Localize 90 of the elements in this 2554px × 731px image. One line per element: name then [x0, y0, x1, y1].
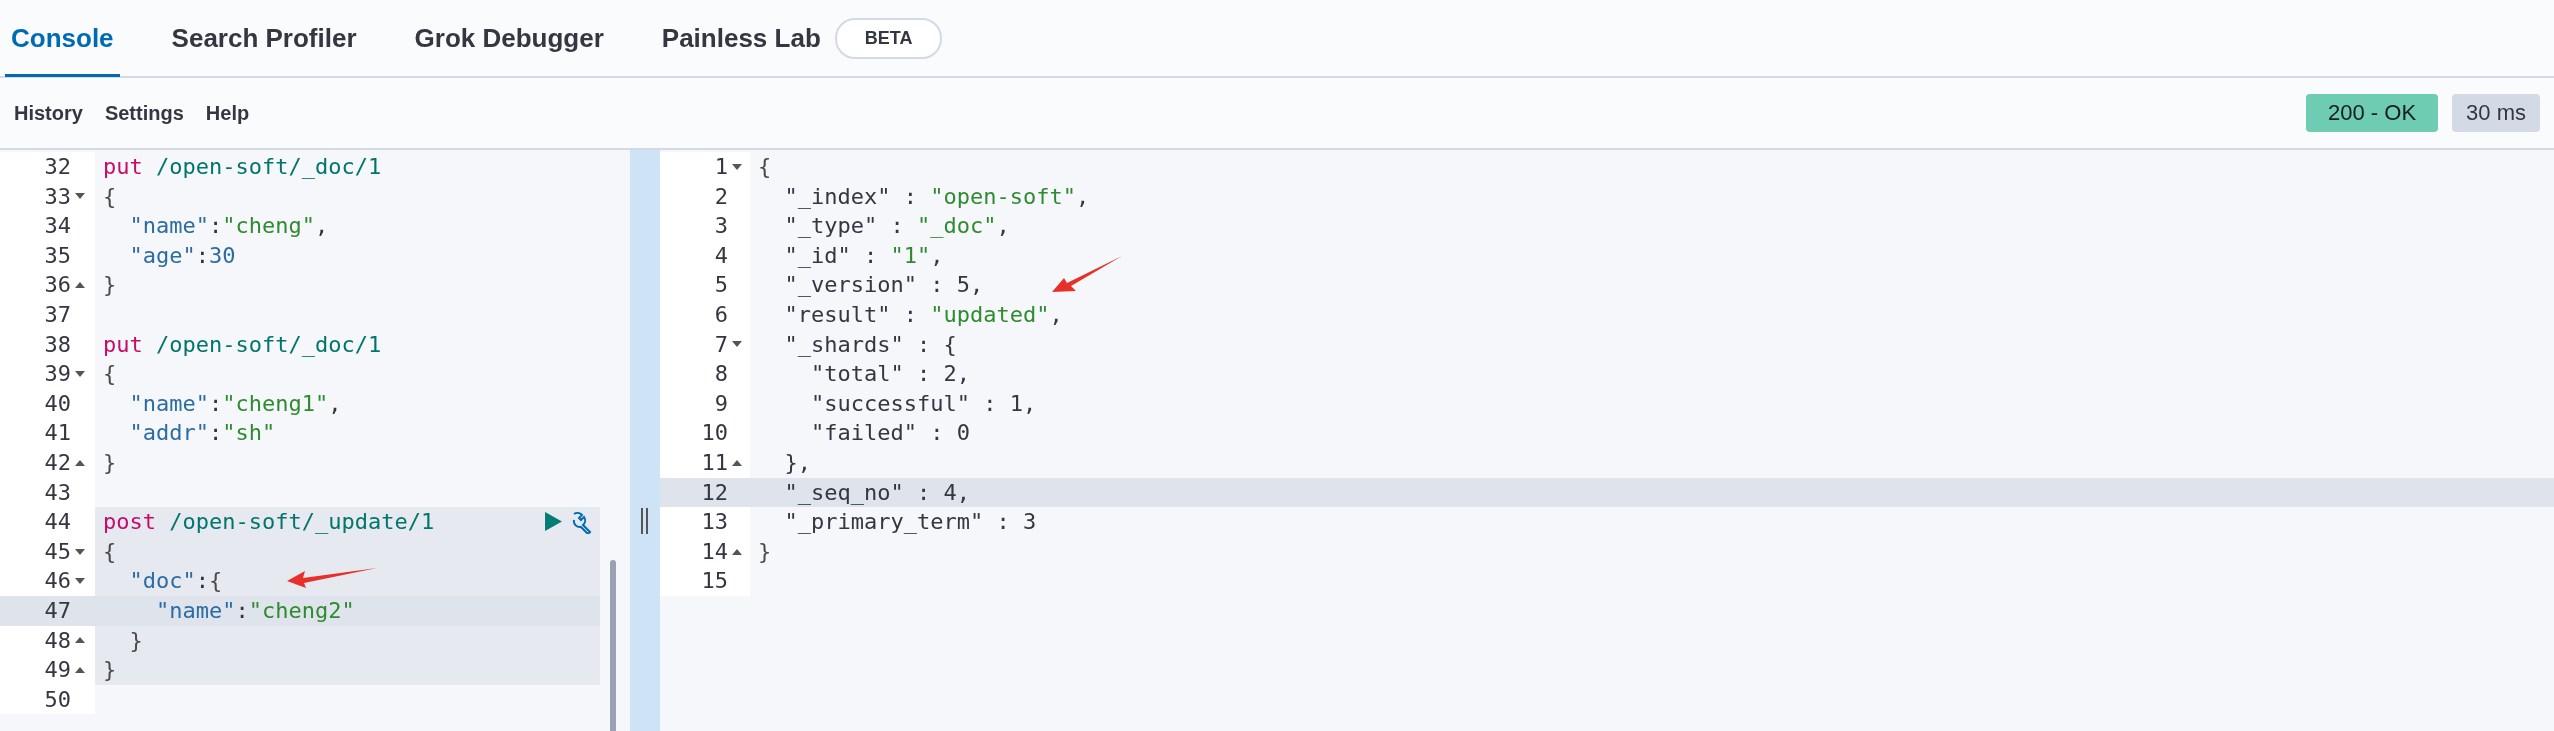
line-number: 2	[713, 182, 729, 211]
line-number: 7	[713, 330, 729, 359]
line-number: 8	[713, 360, 729, 389]
scrollbar[interactable]	[610, 560, 616, 731]
line-number: 6	[713, 300, 729, 329]
code-line: "successful" : 1,	[809, 389, 1037, 418]
line-number: 3	[713, 212, 729, 241]
line-number: 11	[700, 448, 729, 477]
code-line: {	[758, 153, 772, 181]
code-line: put /open-soft/_doc/1	[103, 153, 382, 181]
tab[interactable]: Grok Debugger	[408, 0, 610, 77]
line-number: 10	[700, 419, 729, 448]
beta-badge: BETA	[834, 17, 943, 59]
code-line: "name":"cheng2"	[154, 596, 355, 625]
fold-up-icon[interactable]	[75, 637, 85, 644]
resize-handle-icon[interactable]	[641, 508, 649, 534]
play-icon[interactable]	[545, 512, 562, 532]
code-line: "_type" : "_doc",	[783, 212, 1010, 241]
fold-down-icon[interactable]	[75, 370, 85, 377]
line-number: 44	[43, 508, 72, 537]
wrench-icon[interactable]	[570, 509, 594, 534]
line-number: 36	[43, 271, 72, 300]
fold-down-icon[interactable]	[75, 548, 85, 555]
code-line: "result" : "updated",	[783, 300, 1063, 329]
line-number: 37	[43, 300, 72, 329]
line-number: 40	[43, 389, 72, 418]
code-line: "total" : 2,	[809, 360, 970, 389]
line-number: 9	[713, 389, 729, 418]
line-number: 5	[713, 271, 729, 300]
status-badge: 200 - OK	[2306, 94, 2439, 132]
fold-up-icon[interactable]	[732, 459, 742, 466]
code-line: {	[103, 537, 117, 566]
line-number: 42	[43, 448, 72, 477]
line-number: 1	[713, 153, 729, 181]
code-line: "_shards" : {	[783, 330, 957, 359]
fold-down-icon[interactable]	[732, 163, 742, 170]
menu-item[interactable]: Help	[195, 93, 260, 133]
code-line: post /open-soft/_update/1	[103, 508, 435, 537]
menu-item[interactable]: Settings	[94, 93, 194, 133]
code-line: }	[103, 656, 117, 685]
code-line: "_id" : "1",	[783, 241, 944, 270]
code-line: }	[103, 448, 117, 477]
fold-down-icon[interactable]	[75, 578, 85, 585]
line-number: 12	[700, 478, 729, 507]
line-number: 32	[43, 153, 72, 181]
line-number: 38	[43, 330, 72, 359]
line-number: 15	[700, 567, 729, 596]
code-line: "_version" : 5,	[783, 271, 984, 300]
line-number: 41	[43, 419, 72, 448]
code-line: "failed" : 0	[809, 419, 970, 448]
menu-item[interactable]: History	[4, 93, 93, 133]
tab[interactable]: Painless Lab	[655, 0, 827, 77]
line-number: 4	[713, 241, 729, 270]
code-line: {	[103, 182, 117, 211]
code-line: {	[103, 360, 117, 389]
code-line: "name":"cheng",	[128, 212, 329, 241]
code-line: "addr":"sh"	[128, 419, 276, 448]
code-line: "_index" : "open-soft",	[783, 182, 1090, 211]
line-number: 35	[43, 241, 72, 270]
line-number: 39	[43, 360, 72, 389]
code-line: "_seq_no" : 4,	[783, 478, 970, 507]
line-number: 43	[43, 478, 72, 507]
fold-down-icon[interactable]	[732, 341, 742, 348]
fold-up-icon[interactable]	[75, 666, 85, 673]
code-line: "doc":{	[128, 567, 223, 596]
code-line: put /open-soft/_doc/1	[103, 330, 382, 359]
code-line: }	[103, 271, 117, 300]
fold-down-icon[interactable]	[75, 193, 85, 200]
line-number: 14	[700, 537, 729, 566]
code-line: "name":"cheng1",	[128, 389, 342, 418]
code-line: }	[128, 626, 143, 655]
tab[interactable]: Search Profiler	[165, 0, 363, 77]
fold-up-icon[interactable]	[75, 282, 85, 289]
line-number: 47	[43, 596, 72, 625]
code-line: },	[783, 448, 811, 477]
fold-up-icon[interactable]	[732, 548, 742, 555]
line-number: 34	[43, 212, 72, 241]
line-number: 46	[43, 567, 72, 596]
line-number: 13	[700, 508, 729, 537]
code-line: "age":30	[128, 241, 236, 270]
line-number: 45	[43, 537, 72, 566]
code-line: }	[758, 537, 772, 566]
fold-up-icon[interactable]	[75, 459, 85, 466]
line-number: 33	[43, 182, 72, 211]
tab[interactable]: Console	[5, 0, 120, 77]
code-line: "_primary_term" : 3	[783, 508, 1037, 537]
duration-badge: 30 ms	[2452, 94, 2540, 132]
line-number: 48	[43, 626, 72, 655]
line-number: 49	[43, 656, 72, 685]
line-number: 50	[43, 685, 72, 714]
